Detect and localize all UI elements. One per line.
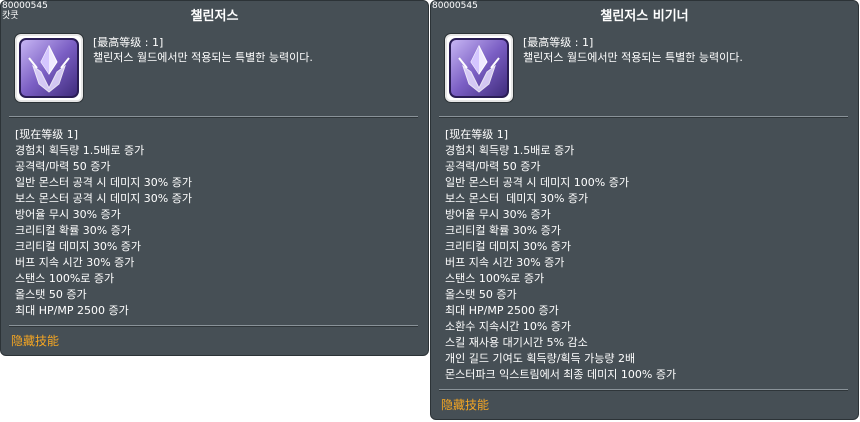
- skill-description-block: [最高等级 : 1] 챌린저스 월드에서만 적용되는 특별한 능력이다.: [523, 35, 743, 65]
- effect-line: 경험치 획득량 1.5배로 증가: [445, 144, 575, 157]
- effects-list: [现在等级 1] 경험치 획득량 1.5배로 증가 공격력/마력 50 증가 일…: [445, 127, 676, 383]
- skill-tooltip-challengers-beginner: 80000545 챌린저스 비기너 [最高等级 : 1] 챌린저스 월드에서만 …: [430, 0, 859, 420]
- max-level: [最高等级 : 1]: [93, 36, 164, 49]
- effect-line: 보스 몬스터 데미지 30% 증가: [445, 192, 589, 205]
- effect-line: 크리티컬 확률 30% 증가: [445, 224, 561, 237]
- hidden-skill-label: 隐藏技能: [11, 334, 60, 348]
- divider: [439, 389, 848, 391]
- skill-description: 챌린저스 월드에서만 적용되는 특별한 능력이다.: [93, 51, 313, 64]
- max-level: [最高等级 : 1]: [523, 36, 594, 49]
- skill-title: 챌린저스 비기너: [600, 9, 689, 24]
- divider: [9, 116, 418, 118]
- effect-line: 버프 지속 시간 30% 증가: [445, 256, 565, 269]
- effect-line: 방어율 무시 30% 증가: [15, 208, 121, 221]
- effect-line: 방어율 무시 30% 증가: [445, 208, 551, 221]
- effect-line: 최대 HP/MP 2500 증가: [15, 304, 129, 317]
- skill-tooltip-challengers: 80000545 캇쿳 챌린저스 [最高等级 : 1] 챌린저스 월드에서만 적…: [0, 0, 429, 356]
- effect-line: 보스 몬스터 공격 시 데미지 30% 증가: [15, 192, 192, 205]
- effect-line: 크리티컬 데미지 30% 증가: [445, 240, 572, 253]
- effect-line: 버프 지속 시간 30% 증가: [15, 256, 135, 269]
- effect-line: 스탠스 100%로 증가: [15, 272, 115, 285]
- effects-list: [现在等级 1] 경험치 획득량 1.5배로 증가 공격력/마력 50 증가 일…: [15, 127, 192, 319]
- skill-icon-frame: [445, 34, 513, 102]
- effect-line: 스킬 재사용 대기시간 5% 감소: [445, 336, 588, 349]
- effect-line: 크리티컬 확률 30% 증가: [15, 224, 131, 237]
- current-level: [现在等级 1]: [15, 128, 79, 141]
- effect-line: 올스탯 50 증가: [15, 288, 87, 301]
- effect-line: 스탠스 100%로 증가: [445, 272, 545, 285]
- effect-line: 개인 길드 기여도 획득량/획득 가능량 2배: [445, 352, 636, 365]
- effect-line: 일반 몬스터 공격 시 데미지 100% 증가: [445, 176, 629, 189]
- effect-line: 경험치 획득량 1.5배로 증가: [15, 144, 145, 157]
- effect-line: 소환수 지속시간 10% 증가: [445, 320, 572, 333]
- skill-description: 챌린저스 월드에서만 적용되는 특별한 능력이다.: [523, 51, 743, 64]
- effect-line: 공격력/마력 50 증가: [445, 160, 541, 173]
- effect-line: 몬스터파크 익스트림에서 최종 데미지 100% 증가: [445, 368, 677, 381]
- skill-description-block: [最高等级 : 1] 챌린저스 월드에서만 적용되는 특별한 능력이다.: [93, 35, 313, 65]
- effect-line: 일반 몬스터 공격 시 데미지 30% 증가: [15, 176, 192, 189]
- effect-line: 크리티컬 데미지 30% 증가: [15, 240, 142, 253]
- skill-icon-frame: [15, 34, 83, 102]
- skill-title: 챌린저스: [190, 9, 239, 24]
- purple-crystal-emblem-icon: [19, 38, 79, 98]
- purple-crystal-emblem-icon: [449, 38, 509, 98]
- effect-line: 올스탯 50 증가: [445, 288, 517, 301]
- effect-line: 최대 HP/MP 2500 증가: [445, 304, 559, 317]
- current-level: [现在等级 1]: [445, 128, 509, 141]
- divider: [9, 325, 418, 327]
- divider: [439, 116, 848, 118]
- hidden-skill-label: 隐藏技能: [441, 398, 490, 412]
- effect-line: 공격력/마력 50 증가: [15, 160, 111, 173]
